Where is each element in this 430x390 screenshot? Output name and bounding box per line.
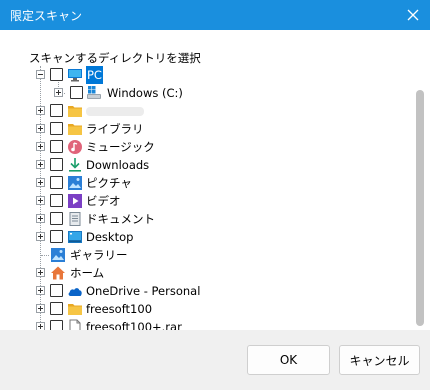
tree-item-label: ピクチャ	[86, 176, 132, 190]
close-button[interactable]	[396, 0, 430, 30]
tree-row-documents[interactable]: ドキュメント	[0, 210, 400, 228]
video-icon	[67, 193, 83, 209]
expand-toggle[interactable]	[36, 178, 45, 187]
expand-toggle[interactable]	[54, 88, 63, 97]
tree-item-label: Downloads	[86, 158, 150, 172]
folder-icon	[67, 301, 83, 317]
cancel-button[interactable]: キャンセル	[339, 345, 420, 375]
dialog-content: スキャンするディレクトリを選択 PC Windows (C:) ライブラリ ミュ…	[0, 30, 430, 330]
desktop-icon	[67, 229, 83, 245]
tree-checkbox[interactable]	[50, 320, 63, 330]
directory-tree: PC Windows (C:) ライブラリ ミュージック Downloads ピ…	[0, 66, 410, 330]
expand-toggle[interactable]	[36, 214, 45, 223]
pictures-icon	[67, 175, 83, 191]
tree-row-library[interactable]: ライブラリ	[0, 120, 400, 138]
pc-icon	[67, 67, 83, 83]
tree-row-pc[interactable]: PC	[0, 66, 400, 84]
expand-toggle[interactable]	[36, 124, 45, 133]
folder-icon	[67, 121, 83, 137]
tree-item-label: OneDrive - Personal	[86, 284, 201, 298]
scrollbar-thumb[interactable]	[416, 90, 424, 326]
tree-item-label: freesoft100	[86, 302, 153, 316]
close-icon	[407, 9, 419, 21]
expand-toggle[interactable]	[36, 322, 45, 330]
expand-toggle[interactable]	[36, 304, 45, 313]
tree-checkbox[interactable]	[50, 122, 63, 135]
tree-item-label: Desktop	[86, 230, 134, 244]
document-icon	[67, 211, 83, 227]
expand-toggle[interactable]	[36, 196, 45, 205]
tree-checkbox[interactable]	[50, 158, 63, 171]
tree-checkbox[interactable]	[50, 284, 63, 297]
download-icon	[67, 157, 83, 173]
tree-row-desktop[interactable]: Desktop	[0, 228, 400, 246]
tree-row-downloads[interactable]: Downloads	[0, 156, 400, 174]
tree-item-label: ドキュメント	[86, 212, 155, 226]
title-bar: 限定スキャン	[0, 0, 430, 30]
tree-item-label: freesoft100+.rar	[86, 320, 182, 330]
tree-row-music[interactable]: ミュージック	[0, 138, 400, 156]
tree-row-pictures[interactable]: ピクチャ	[0, 174, 400, 192]
tree-item-label: ビデオ	[86, 194, 121, 208]
tree-guide-line	[41, 255, 49, 256]
tree-checkbox[interactable]	[50, 140, 63, 153]
expand-toggle[interactable]	[36, 286, 45, 295]
tree-row-freesoft100-rar[interactable]: freesoft100+.rar	[0, 318, 400, 330]
tree-checkbox[interactable]	[50, 68, 63, 81]
expand-toggle[interactable]	[36, 232, 45, 241]
file-icon	[67, 319, 83, 330]
onedrive-icon	[67, 283, 83, 299]
expand-toggle[interactable]	[36, 160, 45, 169]
collapse-toggle[interactable]	[36, 70, 45, 79]
tree-item-label: ホーム	[70, 266, 105, 280]
tree-row-videos[interactable]: ビデオ	[0, 192, 400, 210]
tree-item-label: PC	[86, 66, 103, 84]
vertical-scrollbar[interactable]	[410, 66, 430, 330]
window-title: 限定スキャン	[10, 9, 83, 23]
home-icon	[50, 265, 66, 281]
tree-row-folder[interactable]	[0, 102, 400, 120]
tree-checkbox[interactable]	[70, 86, 83, 99]
music-icon	[67, 139, 83, 155]
tree-row-gallery[interactable]: ギャラリー	[0, 246, 400, 264]
tree-row-freesoft100[interactable]: freesoft100	[0, 300, 400, 318]
tree-checkbox[interactable]	[50, 176, 63, 189]
tree-checkbox[interactable]	[50, 230, 63, 243]
tree-item-label: ライブラリ	[86, 122, 144, 136]
dialog-footer: OK キャンセル	[0, 330, 430, 390]
tree-item-label: Windows (C:)	[107, 86, 183, 100]
folder-icon	[67, 103, 83, 119]
ok-button[interactable]: OK	[247, 345, 330, 375]
tree-row-home[interactable]: ホーム	[0, 264, 400, 282]
tree-checkbox[interactable]	[50, 194, 63, 207]
gallery-icon	[50, 247, 66, 263]
tree-row-windows-drive[interactable]: Windows (C:)	[0, 84, 400, 102]
tree-item-label: ギャラリー	[70, 248, 128, 262]
tree-row-onedrive[interactable]: OneDrive - Personal	[0, 282, 400, 300]
redacted-label	[86, 107, 144, 116]
tree-item-label: ミュージック	[86, 140, 155, 154]
expand-toggle[interactable]	[36, 106, 45, 115]
expand-toggle[interactable]	[36, 268, 45, 277]
tree-checkbox[interactable]	[50, 302, 63, 315]
expand-toggle[interactable]	[36, 142, 45, 151]
tree-checkbox[interactable]	[50, 212, 63, 225]
dialog-heading: スキャンするディレクトリを選択	[29, 51, 201, 65]
tree-checkbox[interactable]	[50, 104, 63, 117]
windows-drive-icon	[86, 85, 102, 101]
